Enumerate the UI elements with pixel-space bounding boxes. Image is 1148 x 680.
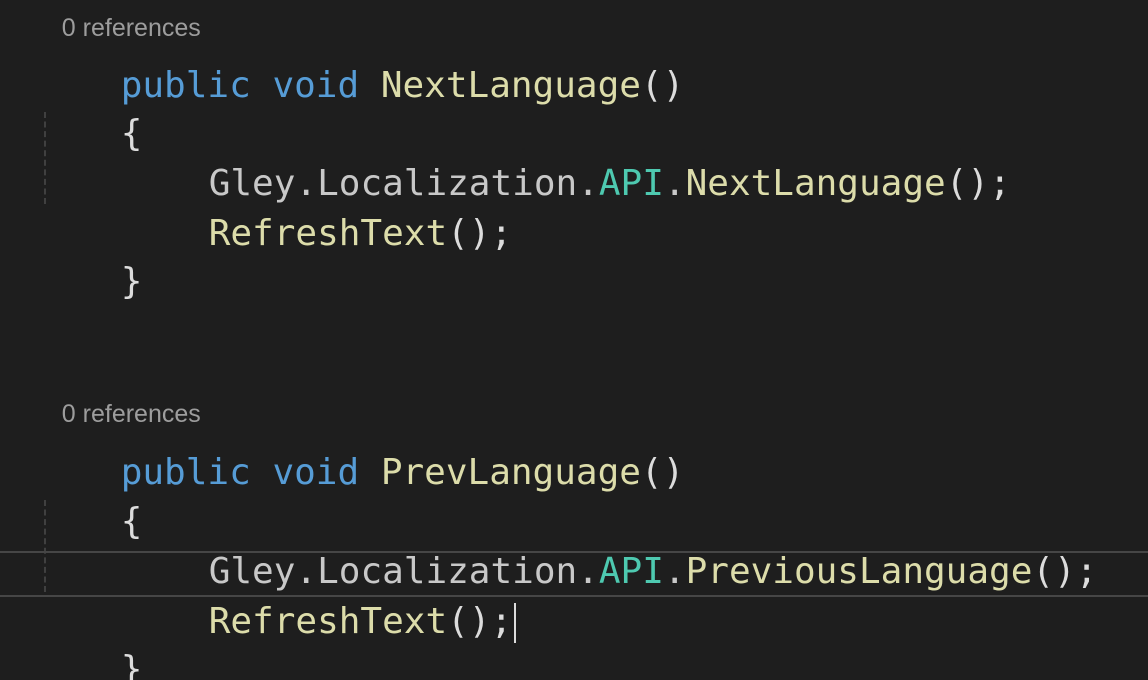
method-name-prevlanguage: PrevLanguage	[380, 452, 641, 493]
parentheses: ()	[640, 65, 685, 106]
keyword-void: void	[272, 452, 360, 493]
keyword-void: void	[272, 65, 360, 106]
codelens-references[interactable]: 0 references	[34, 369, 201, 428]
code-line-method1-signature[interactable]: public void NextLanguage()	[34, 14, 685, 106]
code-line-refresh-text-1[interactable]: RefreshText();	[122, 162, 512, 254]
method-call-nextlanguage: NextLanguage	[685, 163, 946, 204]
indent-guide-1	[44, 112, 46, 204]
codelens-references-partial[interactable]: 0 references	[34, 0, 201, 42]
parentheses: ()	[640, 452, 685, 493]
code-line-open-brace-1[interactable]: {	[34, 62, 143, 154]
method-name-nextlanguage: NextLanguage	[380, 65, 641, 106]
code-line-api-call-next[interactable]: Gley.Localization.API.NextLanguage();	[122, 112, 1011, 204]
code-line-api-call-previous[interactable]: Gley.Localization.API.PreviousLanguage()…	[122, 500, 1098, 592]
class-api: API	[598, 163, 664, 204]
code-line-method2-signature[interactable]: public void PrevLanguage()	[34, 401, 685, 493]
method-call-refreshtext: RefreshText	[208, 601, 448, 642]
code-line-close-brace-2[interactable]: }	[34, 598, 143, 680]
code-editor[interactable]: 0 references public void NextLanguage() …	[0, 0, 1148, 680]
code-line-open-brace-2[interactable]: {	[34, 450, 143, 542]
close-brace: }	[120, 261, 143, 302]
close-brace: }	[120, 649, 143, 680]
code-line-refresh-text-2[interactable]: RefreshText();	[122, 550, 517, 643]
method-call-refreshtext: RefreshText	[208, 213, 448, 254]
code-line-close-brace-1[interactable]: }	[34, 210, 143, 302]
text-caret	[514, 603, 517, 643]
